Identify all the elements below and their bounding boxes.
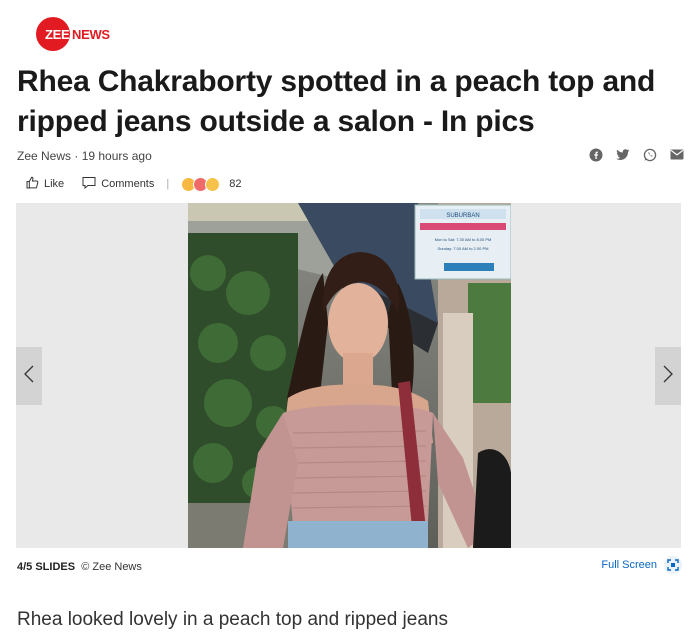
byline: Zee News · 19 hours ago: [17, 149, 152, 163]
clap-reaction-icon: [205, 176, 221, 192]
prev-slide-button[interactable]: [16, 347, 42, 405]
whatsapp-icon[interactable]: [642, 147, 657, 162]
slide-counter: 4/5 SLIDES: [17, 561, 76, 573]
reactions-summary[interactable]: 82: [181, 176, 242, 192]
publish-time: 19 hours ago: [81, 149, 152, 163]
next-slide-button[interactable]: [655, 347, 681, 405]
slideshow: SUBURBAN Mon to Sat: 7.30 AM to 8.00 PM …: [16, 203, 681, 548]
slide-description: Rhea looked lovely in a peach top and ri…: [17, 609, 448, 630]
like-button[interactable]: Like: [26, 176, 64, 192]
slide-photo[interactable]: SUBURBAN Mon to Sat: 7.30 AM to 8.00 PM …: [188, 203, 511, 548]
fullscreen-button[interactable]: Full Screen: [601, 556, 682, 574]
chevron-right-icon: [663, 363, 673, 389]
comment-icon: [82, 176, 96, 192]
zee-news-logo[interactable]: ZEE NEWS: [36, 17, 110, 51]
expand-icon: [664, 556, 682, 574]
chevron-left-icon: [24, 363, 34, 389]
mail-icon[interactable]: [669, 147, 684, 162]
share-bar: [588, 147, 684, 162]
reaction-count: 82: [229, 178, 242, 190]
divider: |: [166, 178, 170, 190]
article-title: Rhea Chakraborty spotted in a peach top …: [17, 65, 656, 138]
facebook-icon[interactable]: [588, 147, 603, 162]
twitter-icon[interactable]: [615, 147, 630, 162]
comments-label: Comments: [101, 178, 155, 190]
photo-credit: © Zee News: [81, 561, 142, 573]
source-name[interactable]: Zee News: [17, 149, 71, 163]
sign-title: SUBURBAN: [446, 213, 479, 219]
sign-hours-weekday: Mon to Sat: 7.30 AM to 8.00 PM: [435, 237, 492, 242]
like-label: Like: [44, 178, 65, 190]
logo-news-text: NEWS: [72, 27, 110, 42]
slide-caption-bar: 4/5 SLIDES © Zee News: [17, 561, 142, 573]
fullscreen-label: Full Screen: [601, 559, 657, 571]
sign-hours-sunday: Sunday: 7.00 AM to 2.00 PM: [438, 246, 489, 251]
logo-zee-text: ZEE: [45, 27, 70, 42]
comments-button[interactable]: Comments: [82, 176, 154, 192]
thumbs-up-icon: [26, 176, 39, 192]
engagement-bar: Like Comments | 82: [26, 176, 241, 192]
